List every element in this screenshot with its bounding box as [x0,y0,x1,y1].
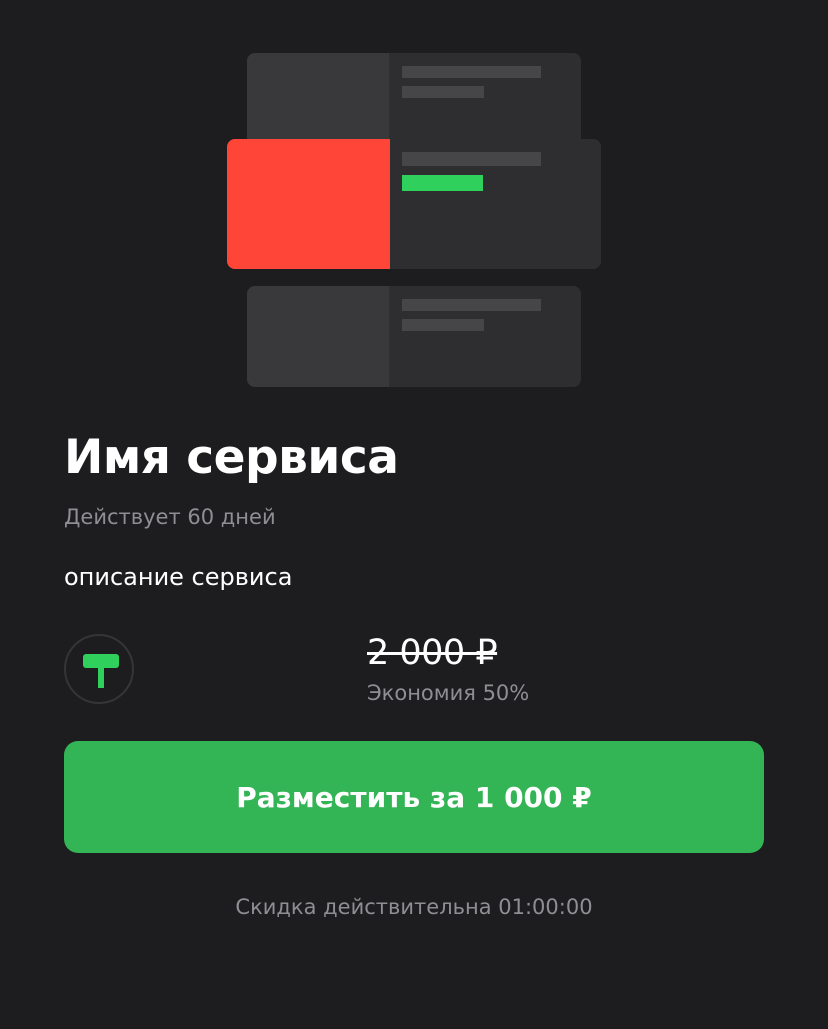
illustration-line [402,86,484,98]
illustration-card-thumb-highlighted [227,139,390,269]
illustration-card-top [247,53,581,153]
illustration-card-body [390,139,601,269]
illustration-card-thumb [247,286,389,387]
service-description: описание сервиса [64,563,293,591]
service-validity: Действует 60 дней [64,505,276,529]
place-service-button[interactable]: Разместить за 1 000 ₽ [64,741,764,853]
illustration-card-body [389,53,581,153]
illustration-card-highlighted [227,139,601,269]
illustration-line [402,319,484,331]
savings-label: Экономия 50% [367,681,530,705]
illustration-line-accent [402,175,483,191]
discount-timer: Скидка действительна 01:00:00 [235,895,593,919]
service-title: Имя сервиса [64,430,399,485]
illustration-line [402,66,541,78]
illustration-card-bottom [247,286,581,387]
illustration-line [402,299,541,311]
listing-illustration [0,0,828,400]
illustration-card-body [389,286,581,387]
promotion-flag-icon-stem [98,668,104,688]
illustration-card-thumb [247,53,389,153]
service-purchase-screen: Имя сервиса Действует 60 дней описание с… [0,0,828,1029]
old-price: 2 000 ₽ [367,633,498,673]
illustration-line [402,152,541,166]
promotion-flag-icon [64,634,134,704]
promotion-flag-icon-cap [83,654,119,668]
